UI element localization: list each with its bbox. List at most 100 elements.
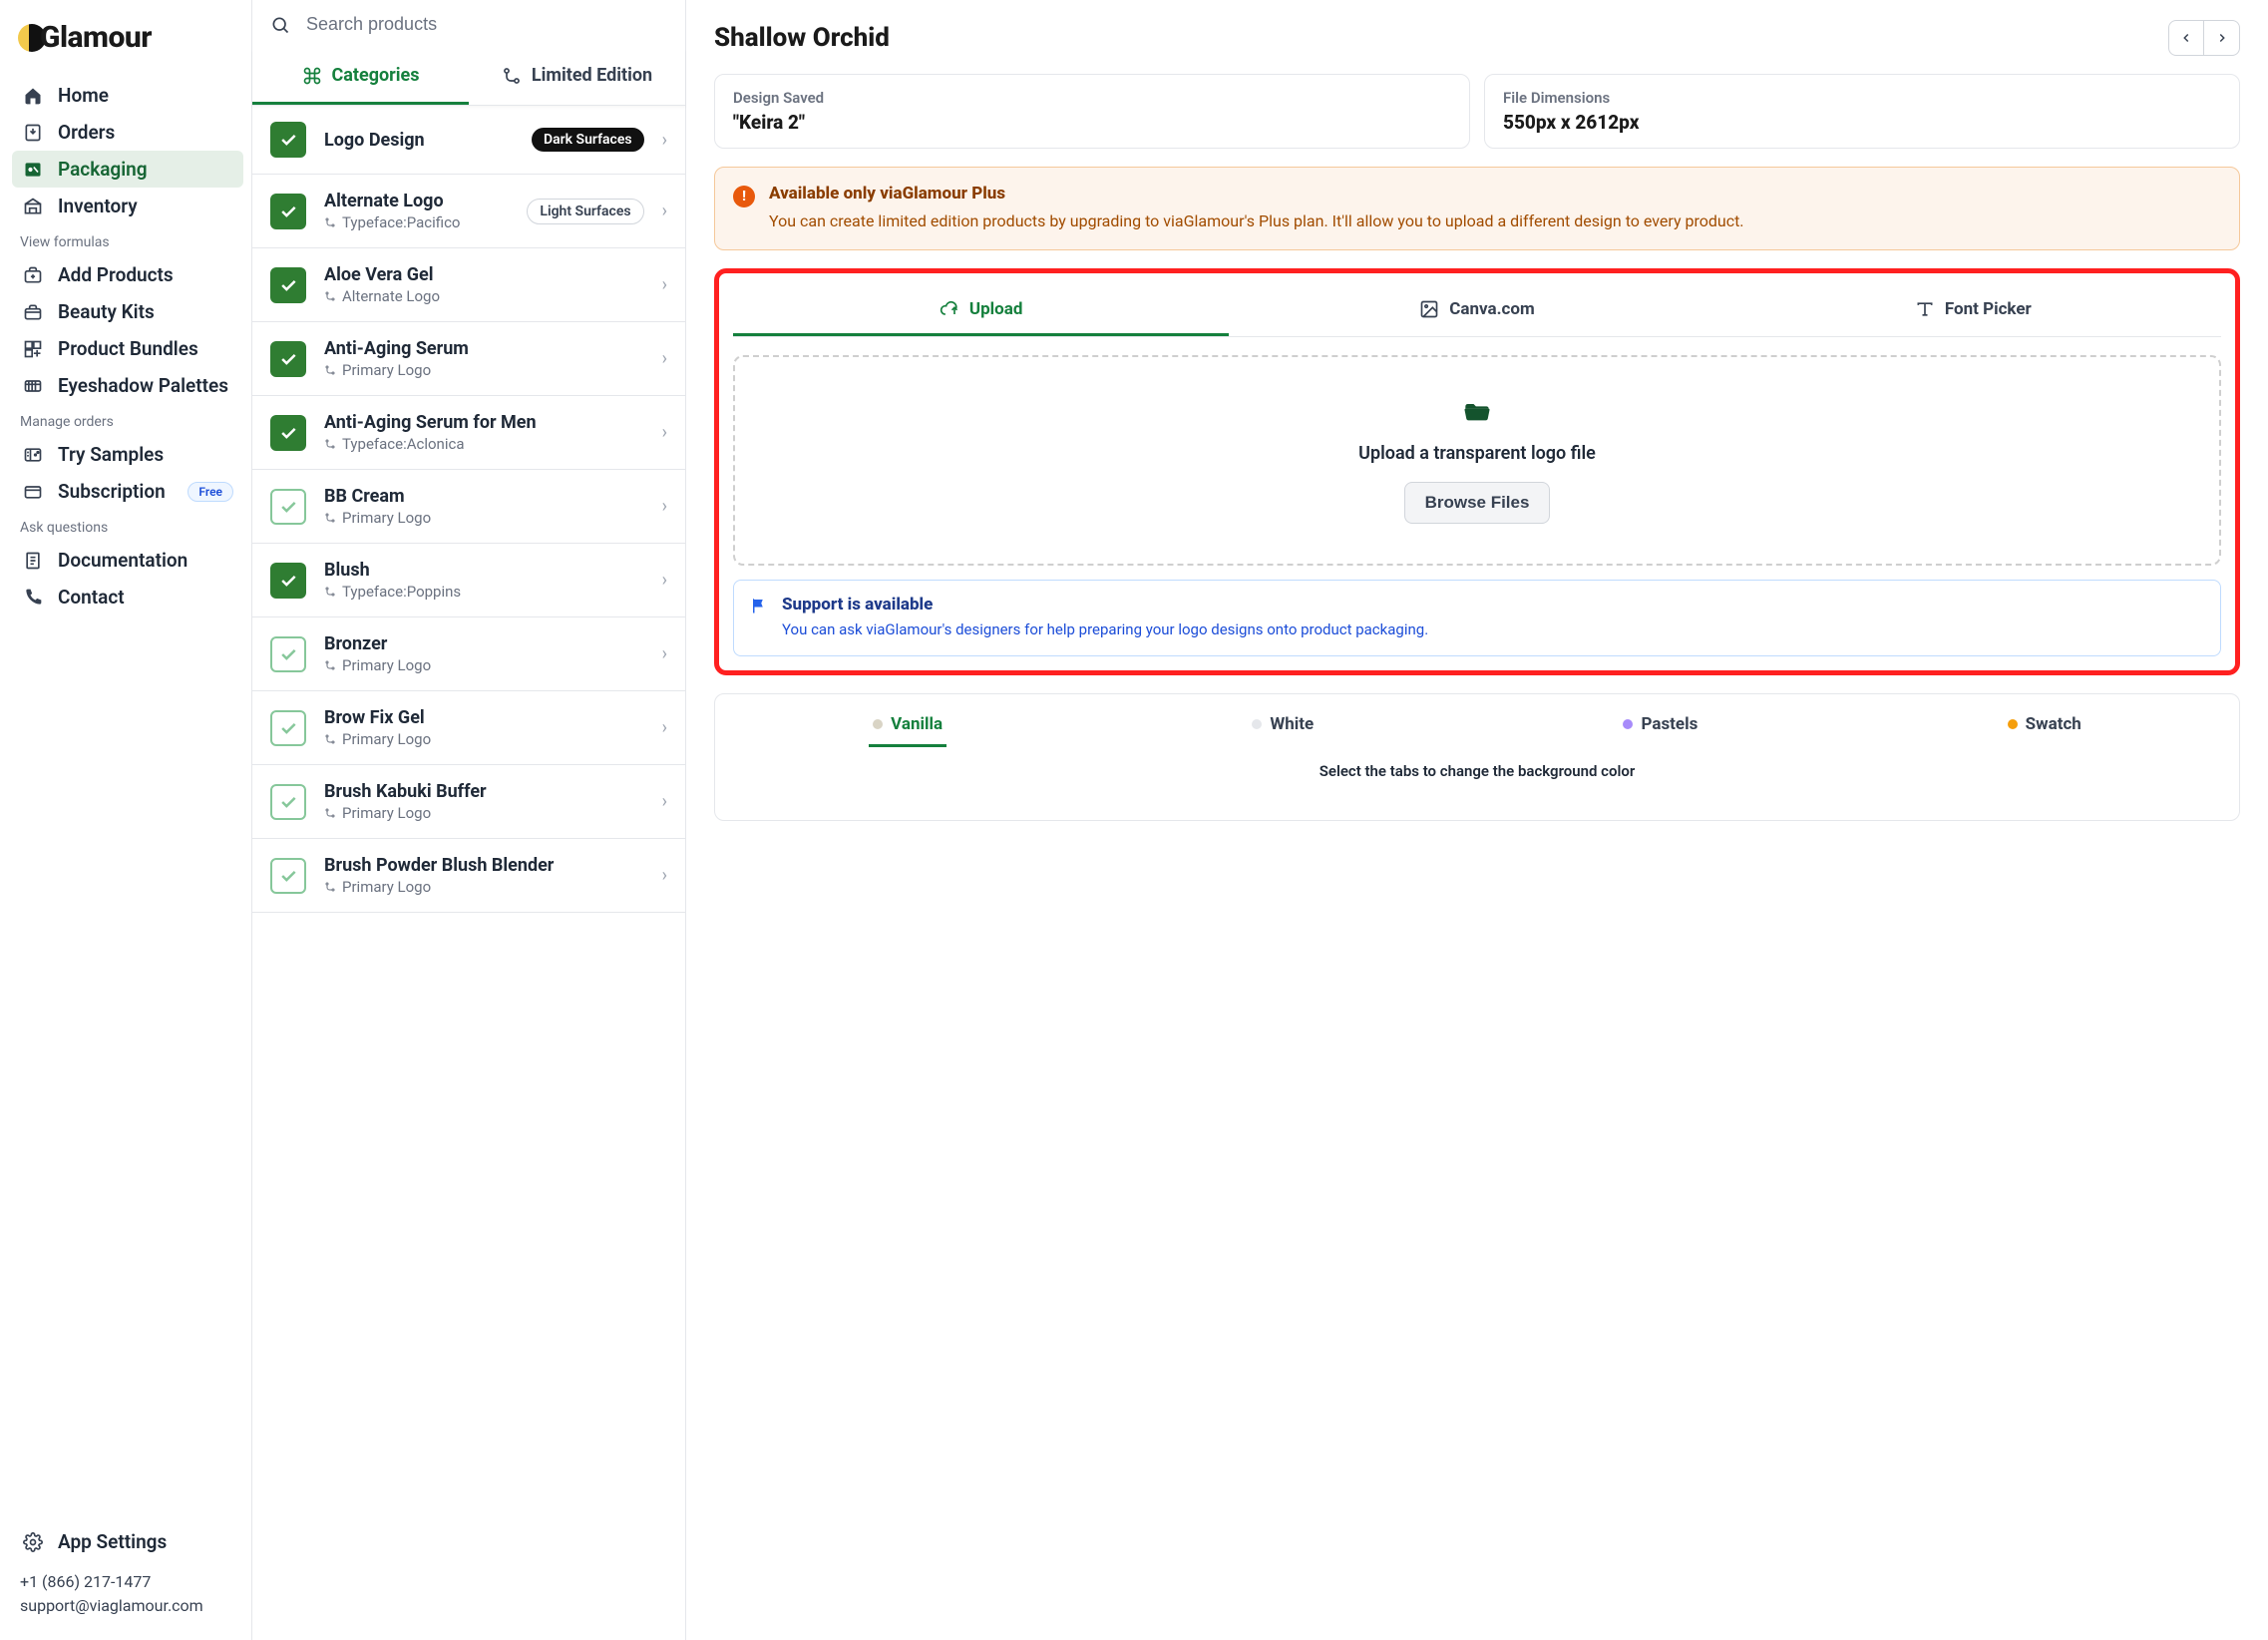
image-icon [1419, 299, 1439, 319]
settings-label: App Settings [58, 1530, 167, 1553]
chevron-right-icon: › [662, 865, 667, 886]
brand-name: Glamour [40, 20, 152, 55]
sidebar-item-orders[interactable]: Orders [12, 114, 243, 151]
nav-label: Orders [58, 121, 115, 144]
prev-button[interactable] [2168, 20, 2204, 56]
product-subtitle: Alternate Logo [324, 287, 644, 305]
variant-tab-swatch[interactable]: Swatch [2004, 708, 2085, 747]
variant-tab-vanilla[interactable]: Vanilla [869, 708, 946, 747]
alert-title: Available only viaGlamour Plus [769, 184, 1744, 204]
product-title: Brush Kabuki Buffer [324, 781, 644, 802]
sidebar-item-beauty-kits[interactable]: Beauty Kits [12, 293, 243, 330]
search-input[interactable] [306, 14, 667, 35]
card-label: Design Saved [733, 89, 1451, 107]
product-row[interactable]: Anti-Aging Serum for Men Typeface:Aclonic… [252, 396, 685, 470]
free-badge: Free [188, 482, 233, 502]
tab-font-picker[interactable]: Font Picker [1725, 287, 2221, 336]
branch-icon [324, 881, 336, 893]
documentation-icon [22, 550, 44, 572]
product-row[interactable]: Alternate LogoTypeface:PacificoLight Sur… [252, 175, 685, 248]
product-list: Logo DesignDark Surfaces›Alternate LogoT… [252, 106, 685, 1640]
tab-label: Categories [332, 65, 420, 86]
sidebar-item-app-settings[interactable]: App Settings [12, 1523, 243, 1560]
add-products-icon [22, 264, 44, 286]
color-dot-icon [1252, 719, 1262, 729]
product-title: Anti-Aging Serum for Men [324, 412, 644, 433]
variant-label: Pastels [1641, 714, 1698, 734]
product-title: Brow Fix Gel [324, 707, 644, 728]
dropzone-text: Upload a transparent logo file [1358, 443, 1596, 464]
product-row[interactable]: Aloe Vera GelAlternate Logo› [252, 248, 685, 322]
sidebar-item-contact[interactable]: Contact [12, 579, 243, 615]
sidebar-item-inventory[interactable]: Inventory [12, 188, 243, 224]
home-icon [22, 85, 44, 107]
check-icon [270, 489, 306, 525]
product-row[interactable]: BB CreamPrimary Logo› [252, 470, 685, 544]
check-icon [270, 710, 306, 746]
check-icon [270, 267, 306, 303]
product-row[interactable]: Logo DesignDark Surfaces› [252, 106, 685, 175]
variant-card: Vanilla White Pastels Swatch Select the tab… [714, 693, 2240, 821]
search-bar[interactable] [252, 0, 685, 49]
page-title: Shallow Orchid [714, 23, 890, 53]
sidebar-item-home[interactable]: Home [12, 77, 243, 114]
variant-tab-white[interactable]: White [1248, 708, 1318, 747]
product-row[interactable]: Anti-Aging SerumPrimary Logo› [252, 322, 685, 396]
product-subtitle: Primary Logo [324, 509, 644, 527]
product-subtitle: Typeface:Pacifico [324, 213, 509, 231]
check-icon [270, 858, 306, 894]
browse-files-button[interactable]: Browse Files [1404, 482, 1551, 524]
dropzone[interactable]: Upload a transparent logo file Browse Fi… [733, 355, 2221, 566]
next-button[interactable] [2204, 20, 2240, 56]
variant-note: Select the tabs to change the background… [733, 762, 2221, 780]
sidebar-item-add-products[interactable]: Add Products [12, 256, 243, 293]
support-title: Support is available [782, 595, 1428, 615]
product-title: Blush [324, 560, 644, 581]
product-row[interactable]: BronzerPrimary Logo› [252, 617, 685, 691]
card-value: 550px x 2612px [1503, 111, 2221, 134]
nav-label: Eyeshadow Palettes [58, 374, 228, 397]
card-value: "Keira 2" [733, 111, 1451, 134]
chevron-right-icon: › [662, 570, 667, 591]
sidebar-item-product-bundles[interactable]: Product Bundles [12, 330, 243, 367]
product-subtitle: Primary Logo [324, 878, 644, 896]
chevron-right-icon: › [662, 130, 667, 151]
product-subtitle: Primary Logo [324, 804, 644, 822]
product-row[interactable]: Brush Kabuki BufferPrimary Logo› [252, 765, 685, 839]
try-samples-icon [22, 444, 44, 466]
product-bundles-icon [22, 338, 44, 360]
support-phone: +1 (866) 217-1477 [20, 1570, 235, 1594]
branch-icon [324, 659, 336, 671]
nav-label: Add Products [58, 263, 174, 286]
tab-upload[interactable]: Upload [733, 287, 1229, 336]
check-icon [270, 563, 306, 599]
alert-icon: ! [733, 186, 755, 207]
sidebar: Glamour HomeOrdersPackagingInventory Vie… [0, 0, 251, 1640]
sidebar-item-eyeshadow-palettes[interactable]: Eyeshadow Palettes [12, 367, 243, 404]
support-email: support@viaglamour.com [20, 1594, 235, 1618]
branch-icon [324, 807, 336, 819]
product-subtitle: Typeface:Aclonica [324, 435, 644, 453]
branch-icon [324, 290, 336, 302]
eyeshadow-palettes-icon [22, 375, 44, 397]
sidebar-item-try-samples[interactable]: Try Samples [12, 436, 243, 473]
inventory-icon [22, 196, 44, 217]
check-icon [270, 122, 306, 158]
product-row[interactable]: Brow Fix GelPrimary Logo› [252, 691, 685, 765]
product-row[interactable]: BlushTypeface:Poppins› [252, 544, 685, 617]
tab-limited-edition[interactable]: Limited Edition [469, 49, 685, 105]
chevron-right-icon: › [662, 717, 667, 738]
tab-canva[interactable]: Canva.com [1229, 287, 1724, 336]
check-icon [270, 341, 306, 377]
sidebar-item-documentation[interactable]: Documentation [12, 542, 243, 579]
color-dot-icon [2008, 719, 2018, 729]
product-subtitle: Primary Logo [324, 656, 644, 674]
product-row[interactable]: Brush Powder Blush Blender Primary Logo › [252, 839, 685, 913]
variant-tab-pastels[interactable]: Pastels [1619, 708, 1701, 747]
tab-categories[interactable]: Categories [252, 49, 469, 105]
sidebar-item-subscription[interactable]: SubscriptionFree [12, 473, 243, 510]
sidebar-item-packaging[interactable]: Packaging [12, 151, 243, 188]
gear-icon [22, 1531, 44, 1553]
type-icon [1915, 299, 1935, 319]
product-title: Brush Powder Blush Blender [324, 855, 644, 876]
